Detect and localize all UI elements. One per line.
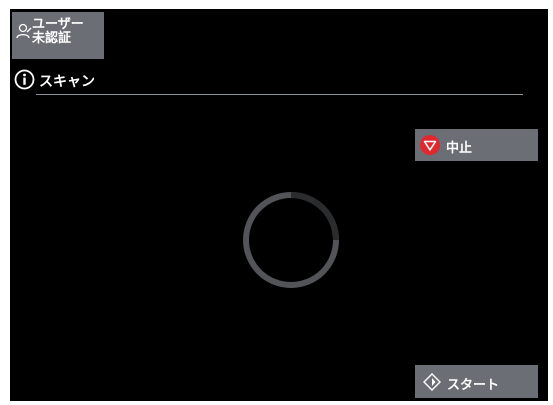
user-auth-button[interactable]: ユーザー 未認証 [12,12,104,59]
start-label: スタート [447,378,500,393]
user-auth-label: ユーザー 未認証 [32,17,84,46]
user-icon [16,23,32,39]
page-title: スキャン [39,74,95,90]
stop-label: 中止 [446,141,473,156]
info-icon[interactable] [14,69,35,90]
stop-icon [420,135,440,155]
start-button[interactable]: スタート [415,365,538,398]
title-divider [36,94,523,95]
page-title-row: スキャン [14,69,534,91]
scan-screen: ユーザー 未認証 スキャン 中止 スタート [10,9,548,401]
stop-button[interactable]: 中止 [415,129,538,161]
start-diamond-icon [423,373,441,391]
loading-spinner-icon [243,192,339,288]
